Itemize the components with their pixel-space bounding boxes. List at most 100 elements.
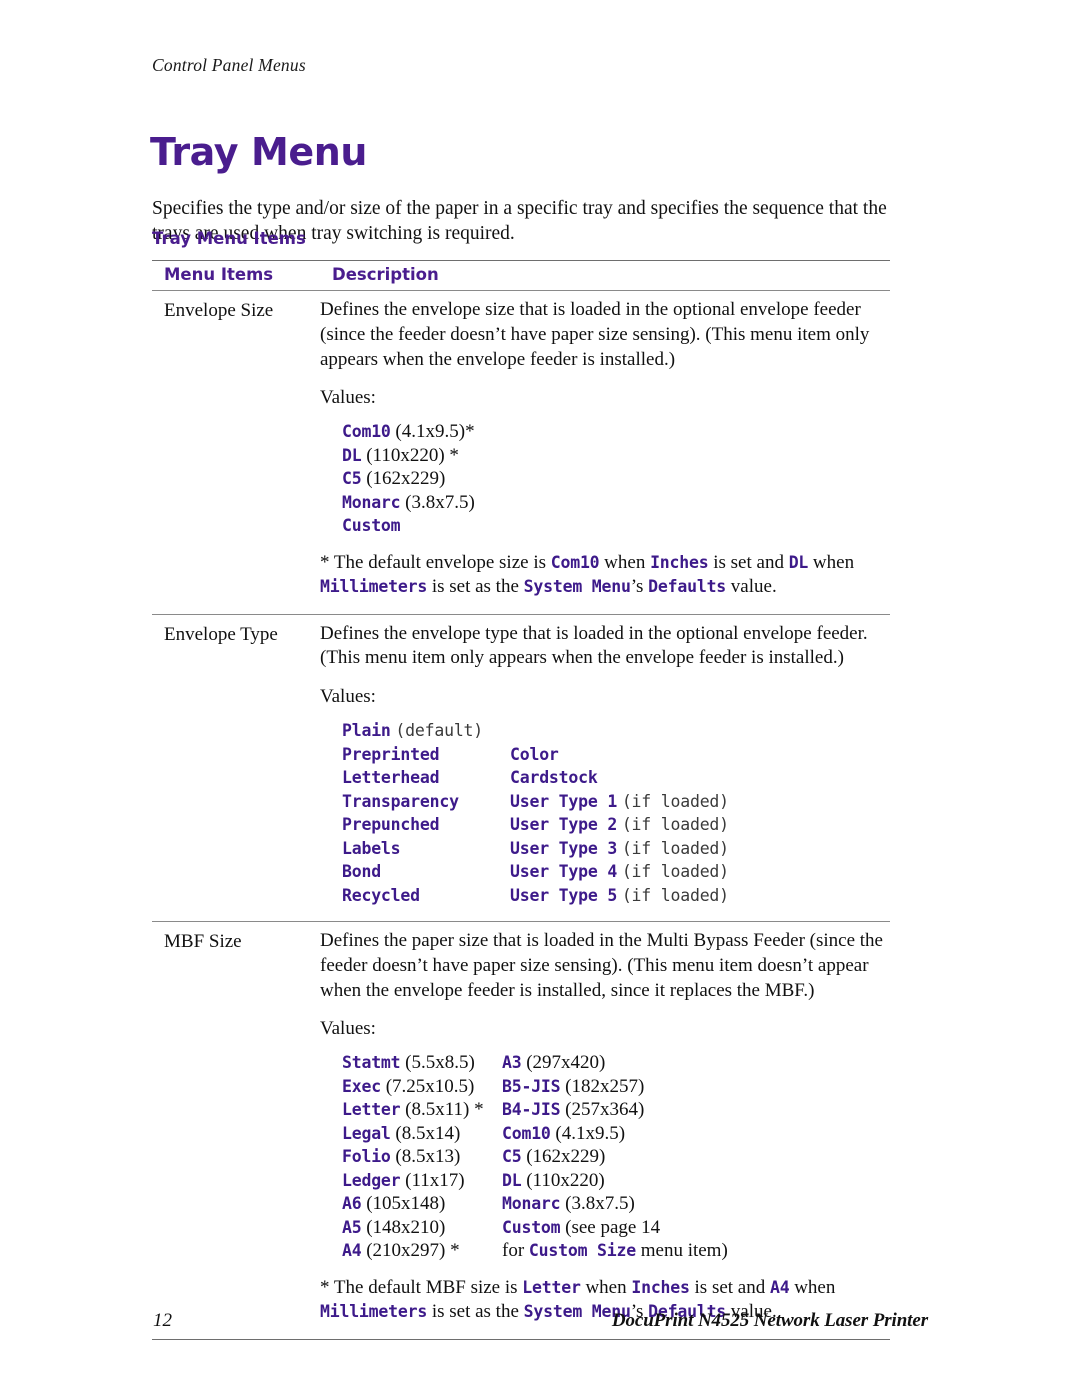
value-note: (7.25x10.5) [385, 1075, 475, 1097]
value-code: Letterhead [342, 768, 440, 788]
value-item: Com10 (4.1x9.5)* [342, 420, 884, 444]
row-label: MBF Size [164, 931, 242, 953]
desc-line: feeder doesn’t have paper size sensing).… [320, 954, 869, 976]
footnote-text: when [808, 551, 855, 573]
desc-line: (since the feeder doesn’t have paper siz… [320, 323, 870, 345]
value-note: (8.5x11) * [405, 1099, 484, 1121]
value-code: Monarc [502, 1194, 561, 1214]
footnote-text: is set and [689, 1276, 770, 1298]
footnote-code: Letter [522, 1277, 581, 1297]
values-label: Values: [320, 387, 376, 409]
value-code: Com10 [502, 1123, 551, 1143]
desc-line: appears when the envelope feeder is inst… [320, 348, 676, 370]
value-code: DL [342, 445, 362, 465]
value-code: Plain [342, 721, 391, 741]
footnote-text: when [580, 1276, 632, 1298]
value-code: Transparency [342, 791, 459, 811]
value-note: (162x229) [526, 1146, 606, 1168]
column-header-menu-items: Menu Items [164, 265, 274, 284]
value-note: (if loaded) [621, 838, 729, 858]
footnote-text: when [789, 1276, 836, 1298]
continuation-text: menu item) [635, 1240, 728, 1262]
value-item: Bond User Type 4 (if loaded) [342, 860, 884, 884]
footnote-code: System Menu [523, 577, 631, 597]
value-item: Plain (default) [342, 719, 884, 743]
running-head: Control Panel Menus [152, 55, 306, 75]
value-item: Transparency User Type 1 (if loaded) [342, 790, 884, 814]
value-code: Custom [342, 516, 401, 536]
footnote-code: Inches [650, 552, 709, 572]
value-item: Labels User Type 3 (if loaded) [342, 837, 884, 861]
value-note: (if loaded) [621, 862, 729, 882]
values-list: Com10 (4.1x9.5)* DL (110x220) * C5 (162x… [342, 420, 884, 538]
value-note: (8.5x13) [395, 1146, 461, 1168]
value-item: Recycled User Type 5 (if loaded) [342, 884, 884, 908]
footnote-code: DL [788, 552, 809, 572]
footnote-text: is set as the [427, 576, 524, 598]
value-note: (4.1x9.5) [555, 1122, 626, 1144]
desc-line: Defines the paper size that is loaded in… [320, 930, 883, 952]
value-code: User Type 2 [510, 815, 618, 835]
footer-page-number: 12 [153, 1310, 172, 1331]
row-description: Defines the envelope type that is loaded… [320, 615, 890, 921]
row-footnote: * The default envelope size is Com10 whe… [320, 551, 884, 600]
value-code: Cardstock [510, 768, 598, 788]
value-item: C5 (162x229) [342, 467, 884, 491]
desc-line: when the envelope feeder is installed, s… [320, 979, 815, 1001]
value-code: A6 [342, 1194, 362, 1214]
value-code: Monarc [342, 492, 401, 512]
value-code: Bond [342, 862, 381, 882]
value-item: Legal (8.5x14) Com10 (4.1x9.5) [342, 1122, 884, 1146]
footer-product-name: DocuPrint N4525 Network Laser Printer [611, 1310, 928, 1331]
footnote-text: when [599, 551, 651, 573]
column-header-description: Description [332, 265, 439, 284]
value-code: C5 [342, 469, 362, 489]
value-code: Color [510, 744, 559, 764]
row-description: Defines the paper size that is loaded in… [320, 922, 890, 1339]
value-note: (162x229) [366, 468, 446, 490]
value-item: Preprinted Color [342, 743, 884, 767]
desc-line: Defines the envelope size that is loaded… [320, 299, 861, 320]
value-item: Letterhead Cardstock [342, 766, 884, 790]
footnote-text: ’s [630, 576, 649, 598]
value-note: (see page 14 [565, 1216, 661, 1238]
value-code: User Type 3 [510, 838, 618, 858]
value-code: B4-JIS [502, 1100, 561, 1120]
desc-line: (This menu item only appears when the en… [320, 647, 844, 669]
value-code: User Type 1 [510, 791, 618, 811]
value-code: User Type 4 [510, 862, 618, 882]
value-note: (3.8x7.5) [565, 1193, 635, 1215]
value-note: (182x257) [565, 1075, 645, 1097]
continuation-code: Custom Size [528, 1241, 636, 1261]
value-code: Letter [342, 1100, 401, 1120]
value-code: Legal [342, 1123, 391, 1143]
value-item: A4 (210x297) * for Custom Size menu item) [342, 1239, 884, 1263]
value-note: (default) [395, 721, 484, 741]
values-list: Statmt (5.5x8.5) A3 (297x420) Exec (7.25x… [342, 1051, 884, 1263]
value-code: B5-JIS [502, 1076, 561, 1096]
footnote-text: is set as the [427, 1301, 524, 1323]
document-page: Control Panel Menus Tray Menu Specifies … [0, 0, 1080, 1397]
page-title: Tray Menu [150, 130, 368, 175]
value-note: (210x297) * [366, 1240, 460, 1262]
value-code: Custom [502, 1217, 561, 1237]
value-note: (3.8x7.5) [405, 491, 475, 513]
value-item: Statmt (5.5x8.5) A3 (297x420) [342, 1051, 884, 1075]
table-caption: Tray Menu Items [152, 229, 306, 248]
value-item: DL (110x220) * [342, 444, 884, 468]
row-label: Envelope Size [164, 300, 274, 321]
table-header-row: Menu Items Description [152, 261, 890, 290]
value-item: Ledger (11x17) DL (110x220) [342, 1169, 884, 1193]
value-code: A5 [342, 1217, 362, 1237]
value-code: Labels [342, 838, 401, 858]
values-list: Plain (default) Preprinted Color Letterhe… [342, 719, 884, 907]
value-note: (4.1x9.5)* [395, 421, 475, 443]
value-note: (148x210) [366, 1216, 446, 1238]
value-code: A3 [502, 1053, 522, 1073]
footnote-text: * The default envelope size is [320, 551, 551, 573]
row-label: Envelope Type [164, 623, 278, 645]
value-item: Folio (8.5x13) C5 (162x229) [342, 1145, 884, 1169]
table-row: Envelope Size Defines the envelope size … [152, 291, 890, 614]
value-item: Monarc (3.8x7.5) [342, 491, 884, 515]
footnote-code: Defaults [648, 577, 727, 597]
